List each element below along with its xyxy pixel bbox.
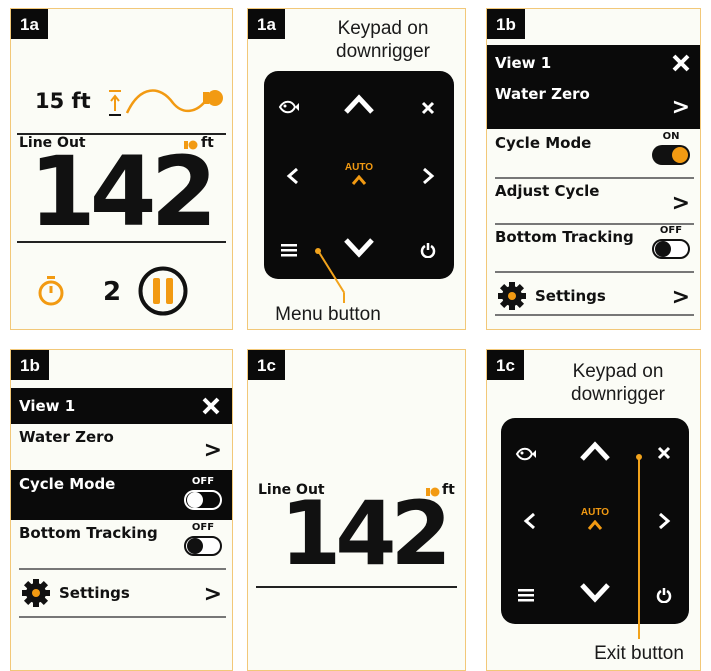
callout-line-vertical bbox=[343, 293, 345, 303]
down-arrow-icon[interactable] bbox=[579, 582, 611, 604]
toggle-knob bbox=[672, 147, 688, 163]
downrigger-keypad: AUTO bbox=[501, 418, 689, 624]
depth-readout: 15 ft bbox=[35, 89, 91, 113]
close-icon[interactable] bbox=[202, 397, 220, 415]
menu-row-bottom-tracking[interactable]: Bottom Tracking OFF bbox=[487, 223, 700, 271]
weight-depth-icon bbox=[109, 89, 223, 116]
close-icon[interactable] bbox=[421, 101, 435, 115]
chevron-right-icon: > bbox=[671, 95, 690, 120]
cycle-mode-toggle[interactable] bbox=[652, 145, 690, 165]
toggle-knob bbox=[187, 538, 203, 554]
chevron-right-icon: > bbox=[203, 582, 222, 607]
step-tag: 1c bbox=[487, 350, 524, 380]
step-tag: 1b bbox=[487, 9, 525, 39]
line-out-value: 142 bbox=[280, 482, 452, 585]
auto-up-icon[interactable] bbox=[587, 520, 603, 530]
row-divider bbox=[19, 616, 226, 618]
row-label: Cycle Mode bbox=[19, 475, 116, 493]
toggle-state-label: OFF bbox=[191, 522, 215, 533]
row-label: Adjust Cycle bbox=[495, 182, 600, 200]
left-arrow-icon[interactable] bbox=[523, 512, 537, 530]
up-arrow-icon[interactable] bbox=[343, 93, 375, 115]
row-label: Water Zero bbox=[19, 428, 114, 446]
menu-row-settings[interactable]: Settings > bbox=[11, 568, 232, 616]
menu-row-water-zero[interactable]: Water Zero > bbox=[11, 424, 232, 470]
right-arrow-icon[interactable] bbox=[657, 512, 671, 530]
auto-up-icon[interactable] bbox=[351, 175, 367, 185]
left-arrow-icon[interactable] bbox=[286, 167, 300, 185]
menu-row-bottom-tracking[interactable]: Bottom Tracking OFF bbox=[11, 520, 232, 568]
panel-1c-display: 1c Line Out ft 142 bbox=[247, 349, 466, 671]
chevron-right-icon: > bbox=[203, 438, 222, 463]
divider-bottom bbox=[256, 586, 457, 588]
right-arrow-icon[interactable] bbox=[421, 167, 435, 185]
pause-icon[interactable] bbox=[137, 265, 189, 317]
step-tag: 1a bbox=[248, 9, 285, 39]
menu-header: View 1 bbox=[11, 388, 232, 424]
step-tag: 1c bbox=[248, 350, 285, 380]
close-icon[interactable] bbox=[657, 446, 671, 460]
auto-label: AUTO bbox=[344, 162, 374, 173]
bottom-tracking-toggle[interactable] bbox=[184, 536, 222, 556]
cycle-count: 2 bbox=[103, 277, 122, 307]
row-label: Settings bbox=[535, 287, 606, 305]
close-icon[interactable] bbox=[672, 54, 690, 72]
down-arrow-icon[interactable] bbox=[343, 237, 375, 259]
row-label: Bottom Tracking bbox=[495, 228, 634, 246]
gear-icon bbox=[498, 282, 526, 310]
callout-line bbox=[638, 457, 640, 639]
row-label: Settings bbox=[59, 584, 130, 602]
panel-1a-keypad: 1a Keypad on downrigger AUTO Menu button bbox=[247, 8, 466, 330]
panel-1b-menu-cycle-off: 1b View 1 Water Zero > Cycle Mode OFF Bo… bbox=[10, 349, 233, 671]
gear-icon bbox=[22, 579, 50, 607]
up-arrow-icon[interactable] bbox=[579, 440, 611, 462]
timer-icon bbox=[38, 276, 64, 306]
chevron-right-icon: > bbox=[671, 191, 690, 216]
menu-row-cycle-mode[interactable]: Cycle Mode OFF bbox=[11, 470, 232, 520]
panel-1b-menu-cycle-on: 1b View 1 Water Zero > Cycle Mode ON Adj… bbox=[486, 8, 701, 330]
fish-icon[interactable] bbox=[515, 446, 537, 462]
cycle-mode-toggle[interactable] bbox=[184, 490, 222, 510]
row-label: Bottom Tracking bbox=[19, 524, 158, 542]
menu-icon[interactable] bbox=[517, 588, 535, 602]
view-title: View 1 bbox=[19, 397, 76, 415]
keypad-caption: Keypad on downrigger bbox=[571, 361, 665, 405]
downrigger-keypad: AUTO bbox=[264, 71, 454, 279]
menu-button-callout: Menu button bbox=[275, 304, 381, 325]
row-label: Cycle Mode bbox=[495, 134, 592, 152]
step-tag: 1a bbox=[11, 9, 48, 39]
panel-1a-display: 1a 15 ft Line Out ft 142 2 bbox=[10, 8, 233, 330]
menu-header: View 1 bbox=[487, 45, 700, 81]
menu-row-water-zero[interactable]: Water Zero > bbox=[487, 81, 700, 129]
power-icon[interactable] bbox=[656, 587, 672, 603]
line-out-value: 142 bbox=[29, 136, 217, 248]
toggle-knob bbox=[187, 492, 203, 508]
menu-row-settings[interactable]: Settings > bbox=[487, 271, 700, 319]
menu-icon[interactable] bbox=[280, 243, 298, 257]
menu-row-adjust-cycle[interactable]: Adjust Cycle > bbox=[487, 177, 700, 223]
row-label: Water Zero bbox=[495, 85, 590, 103]
keypad-caption: Keypad on downrigger bbox=[336, 18, 430, 62]
step-tag: 1b bbox=[11, 350, 49, 380]
toggle-state-label: OFF bbox=[659, 225, 683, 236]
auto-label: AUTO bbox=[580, 507, 610, 518]
fish-icon[interactable] bbox=[278, 99, 300, 115]
chevron-right-icon: > bbox=[671, 285, 690, 310]
toggle-state-label: OFF bbox=[191, 476, 215, 487]
toggle-knob bbox=[655, 241, 671, 257]
menu-row-cycle-mode[interactable]: Cycle Mode ON bbox=[487, 129, 700, 177]
bottom-tracking-toggle[interactable] bbox=[652, 239, 690, 259]
toggle-state-label: ON bbox=[662, 131, 680, 142]
view-title: View 1 bbox=[495, 54, 552, 72]
exit-button-callout: Exit button bbox=[594, 643, 684, 664]
row-divider bbox=[495, 314, 694, 316]
power-icon[interactable] bbox=[420, 242, 436, 258]
divider-bottom bbox=[17, 241, 226, 243]
panel-1c-keypad: 1c Keypad on downrigger AUTO Exit button bbox=[486, 349, 701, 671]
